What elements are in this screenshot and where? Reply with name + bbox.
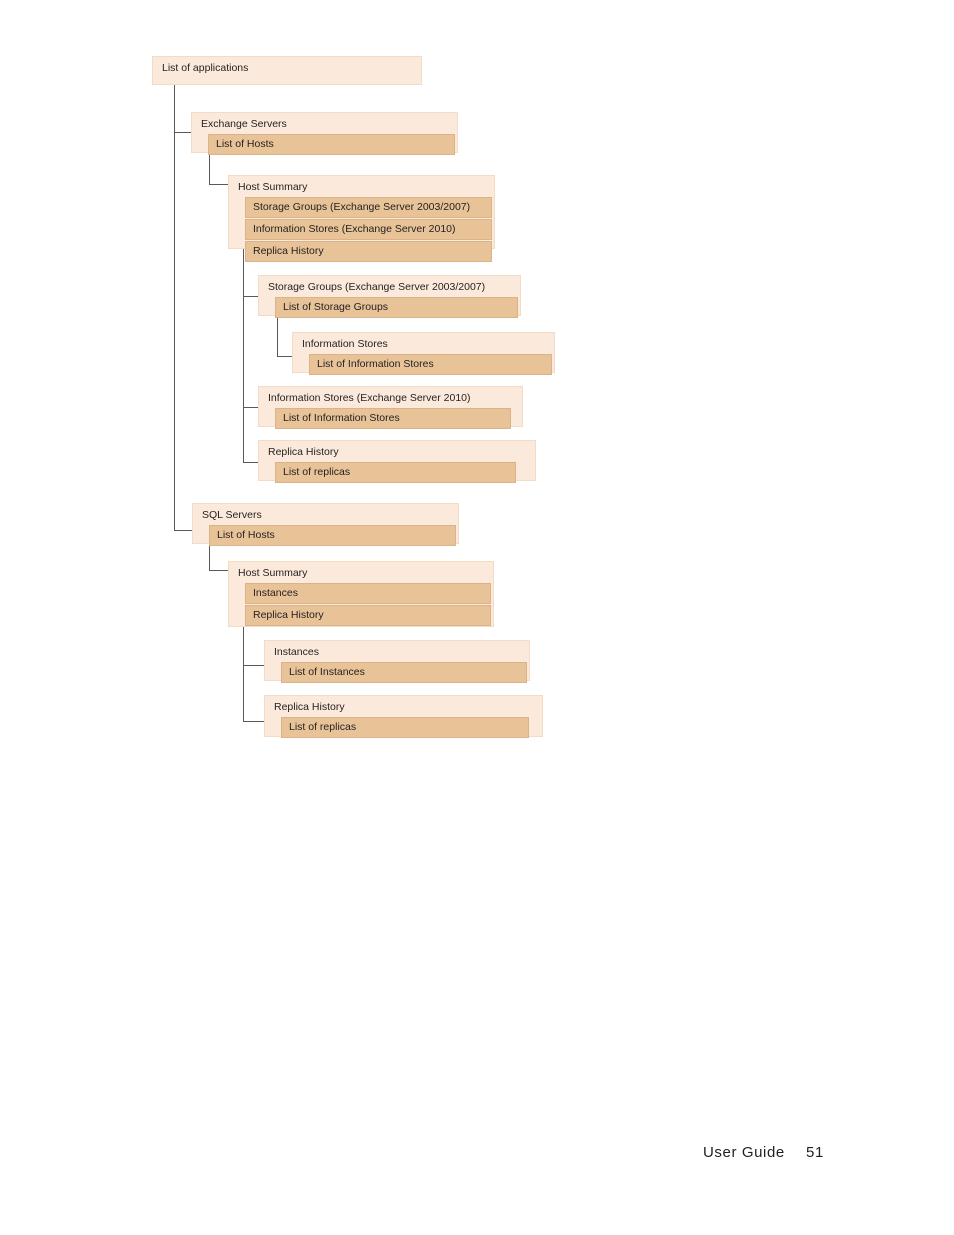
node-list-of-applications[interactable]: List of applications	[152, 56, 422, 85]
list-item[interactable]: Instances	[245, 583, 491, 604]
node-title: Host Summary	[238, 567, 308, 579]
connector-storage-groups-trunk	[277, 315, 278, 356]
list-item[interactable]: List of replicas	[275, 462, 516, 483]
list-item[interactable]: List of Information Stores	[309, 354, 552, 375]
connector-storage-groups-to-information-stores	[277, 356, 293, 357]
list-item[interactable]: List of Hosts	[208, 134, 455, 155]
item-list: List of Hosts	[200, 525, 456, 546]
node-title: Storage Groups (Exchange Server 2003/200…	[268, 281, 486, 293]
node-sql-replica-history[interactable]: Replica History List of replicas	[264, 695, 543, 738]
connector-exchange-trunk	[209, 152, 210, 184]
node-exchange-host-summary[interactable]: Host Summary Storage Groups (Exchange Se…	[228, 175, 495, 262]
connector-sql-host-summary-to-replica-history	[243, 721, 265, 722]
connector-root-to-sql	[174, 530, 193, 531]
footer-document-title: User Guide	[703, 1144, 785, 1161]
item-list: List of Hosts	[199, 134, 455, 155]
node-title: Instances	[274, 646, 319, 658]
item-list: List of Storage Groups	[266, 297, 518, 318]
node-title: Exchange Servers	[201, 118, 287, 130]
item-list: Instances Replica History	[236, 583, 491, 626]
item-list: List of replicas	[266, 462, 528, 483]
item-list: Storage Groups (Exchange Server 2003/200…	[236, 197, 492, 262]
item-list: List of Instances	[272, 662, 527, 683]
node-title: Replica History	[274, 701, 345, 713]
node-exchange-servers[interactable]: Exchange Servers List of Hosts	[191, 112, 458, 155]
connector-sql-host-summary-to-instances	[243, 665, 265, 666]
node-sql-host-summary[interactable]: Host Summary Instances Replica History	[228, 561, 494, 627]
node-storage-groups[interactable]: Storage Groups (Exchange Server 2003/200…	[258, 275, 521, 318]
list-item[interactable]: List of Hosts	[209, 525, 456, 546]
item-list: List of replicas	[272, 717, 535, 738]
node-information-stores-nested[interactable]: Information Stores List of Information S…	[292, 332, 555, 375]
list-item[interactable]: List of replicas	[281, 717, 529, 738]
node-title: Host Summary	[238, 181, 308, 193]
list-item[interactable]: Replica History	[245, 605, 491, 626]
connector-host-summary-to-exchange-replica-history	[243, 462, 259, 463]
list-item[interactable]: Storage Groups (Exchange Server 2003/200…	[245, 197, 492, 218]
node-exchange-replica-history[interactable]: Replica History List of replicas	[258, 440, 536, 483]
list-item[interactable]: List of Instances	[281, 662, 527, 683]
connector-root-to-exchange	[174, 132, 192, 133]
list-item[interactable]: List of Information Stores	[275, 408, 511, 429]
connector-root-trunk	[174, 84, 175, 531]
connector-sql-to-host-summary	[209, 570, 228, 571]
node-title: Information Stores (Exchange Server 2010…	[268, 392, 471, 404]
node-sql-servers[interactable]: SQL Servers List of Hosts	[192, 503, 459, 546]
connector-sql-trunk	[209, 543, 210, 570]
connector-exchange-to-host-summary	[209, 184, 228, 185]
list-item[interactable]: List of Storage Groups	[275, 297, 518, 318]
connector-host-summary-to-storage-groups	[243, 296, 259, 297]
connector-sql-host-summary-trunk	[243, 626, 244, 721]
item-list: List of Information Stores	[266, 408, 515, 429]
list-item[interactable]: Information Stores (Exchange Server 2010…	[245, 219, 492, 240]
connector-exchange-host-summary-trunk	[243, 248, 244, 463]
node-title: List of applications	[162, 62, 249, 74]
node-sql-instances[interactable]: Instances List of Instances	[264, 640, 530, 683]
item-list: List of Information Stores	[300, 354, 552, 375]
connector-host-summary-to-information-stores-2010	[243, 407, 259, 408]
footer-page-number: 51	[806, 1144, 824, 1161]
list-item[interactable]: Replica History	[245, 241, 492, 262]
node-title: SQL Servers	[202, 509, 262, 521]
page-canvas: List of applications Exchange Servers Li…	[0, 0, 954, 1235]
node-information-stores-2010[interactable]: Information Stores (Exchange Server 2010…	[258, 386, 523, 429]
node-title: Information Stores	[302, 338, 388, 350]
node-title: Replica History	[268, 446, 339, 458]
